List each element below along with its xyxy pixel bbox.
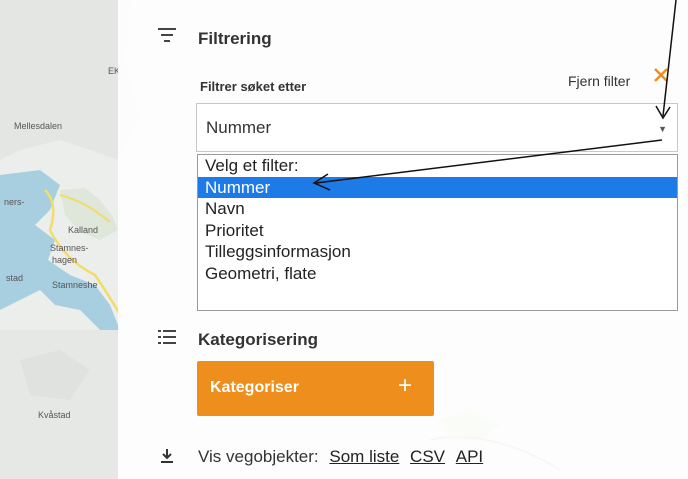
export-row: Vis vegobjekter: Som liste CSV API: [198, 447, 483, 467]
export-label: Vis vegobjekter:: [198, 447, 319, 466]
export-link-list[interactable]: Som liste: [329, 447, 399, 466]
export-link-csv[interactable]: CSV: [410, 447, 445, 466]
plus-icon: +: [397, 372, 412, 399]
categorize-button-label: Kategoriser: [210, 379, 299, 396]
list-icon: [158, 330, 176, 344]
categorize-button[interactable]: Kategoriser +: [197, 361, 434, 416]
section-title-kategorisering: Kategorisering: [198, 330, 318, 349]
export-link-api[interactable]: API: [456, 447, 483, 466]
download-icon[interactable]: [160, 448, 174, 464]
